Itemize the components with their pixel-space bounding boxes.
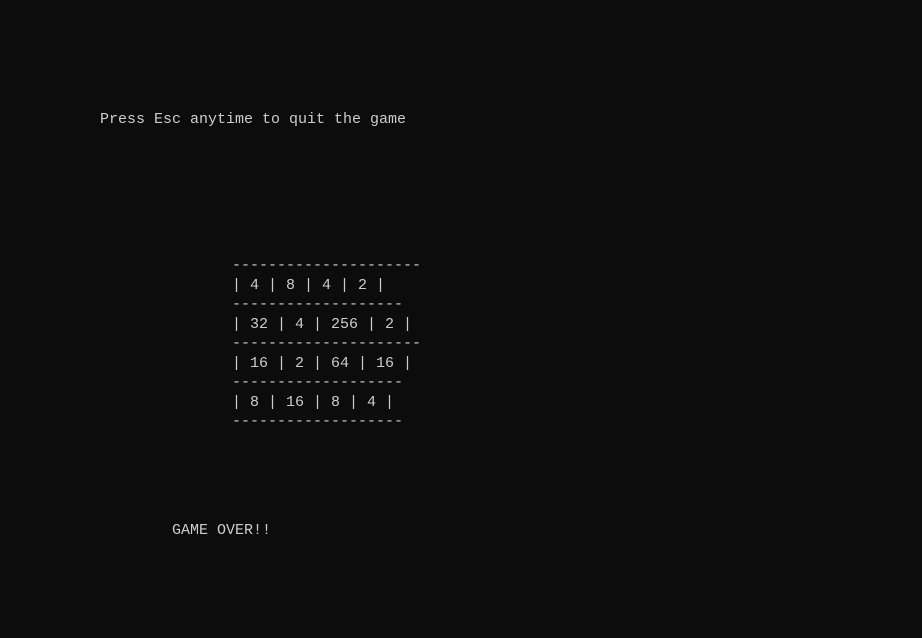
- board-row: | 8 | 16 | 8 | 4 |: [232, 394, 394, 411]
- board-separator: ---------------------: [232, 335, 421, 352]
- board-row: | 32 | 4 | 256 | 2 |: [232, 316, 412, 333]
- board-row: | 4 | 8 | 4 | 2 |: [232, 277, 385, 294]
- game-status: GAME OVER!!: [0, 521, 922, 541]
- board-separator: -------------------: [232, 374, 403, 391]
- board-row: | 16 | 2 | 64 | 16 |: [232, 355, 412, 372]
- board-separator: -------------------: [232, 296, 403, 313]
- game-board: --------------------- | 4 | 8 | 4 | 2 | …: [0, 237, 922, 432]
- quit-instruction: Press Esc anytime to quit the game: [0, 110, 922, 130]
- board-separator: ---------------------: [232, 257, 421, 274]
- board-separator: -------------------: [232, 413, 403, 430]
